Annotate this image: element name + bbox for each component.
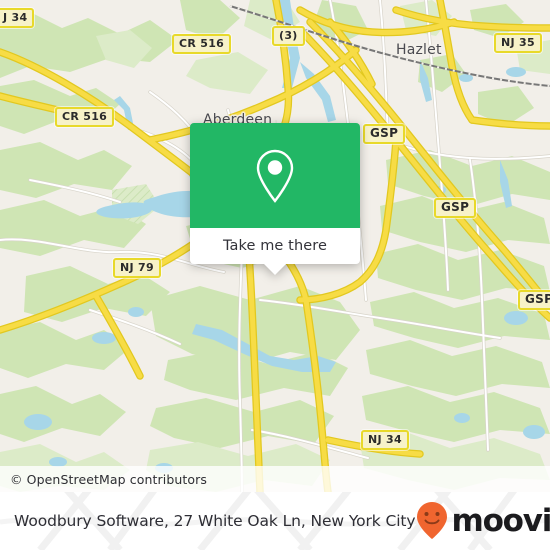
moovit-wordmark: moovit: [451, 502, 550, 539]
map-canvas[interactable]: Aberdeen Hazlet J 34 CR 516 (3) NJ 35 CR…: [0, 0, 550, 492]
road-shield-cr-516-north[interactable]: CR 516: [172, 34, 232, 54]
road-shield-route-3[interactable]: (3): [272, 26, 305, 46]
road-shield-gsp-south[interactable]: GSP: [518, 290, 550, 310]
place-popup[interactable]: Take me there: [190, 123, 360, 275]
road-shield-nj-35[interactable]: NJ 35: [494, 33, 542, 53]
road-shield-gsp-mid[interactable]: GSP: [434, 198, 477, 218]
place-label-hazlet: Hazlet: [396, 42, 442, 58]
road-shield-cr-516-west[interactable]: CR 516: [55, 107, 115, 127]
moovit-smiley-pin-icon: [417, 502, 448, 539]
map-screenshot: Aberdeen Hazlet J 34 CR 516 (3) NJ 35 CR…: [0, 0, 550, 550]
osm-attribution-bar: © OpenStreetMap contributors: [0, 466, 550, 492]
road-shield-nj-34-north[interactable]: J 34: [0, 8, 35, 28]
map-pin-icon: [256, 149, 294, 203]
page-title: Woodbury Software, 27 White Oak Ln, New …: [14, 512, 416, 530]
take-me-there-button[interactable]: Take me there: [190, 228, 360, 275]
take-me-there-label: Take me there: [222, 238, 328, 254]
moovit-brand-logo[interactable]: moovit: [415, 501, 550, 541]
osm-attribution-text[interactable]: © OpenStreetMap contributors: [0, 472, 207, 487]
bottom-info-bar: Woodbury Software, 27 White Oak Ln, New …: [0, 492, 550, 550]
road-shield-nj-79[interactable]: NJ 79: [113, 258, 161, 278]
road-shield-nj-34-south[interactable]: NJ 34: [361, 430, 409, 450]
popup-pointer-notch: [264, 264, 286, 275]
popup-image-panel: [190, 123, 360, 228]
road-shield-gsp-north[interactable]: GSP: [363, 124, 406, 144]
